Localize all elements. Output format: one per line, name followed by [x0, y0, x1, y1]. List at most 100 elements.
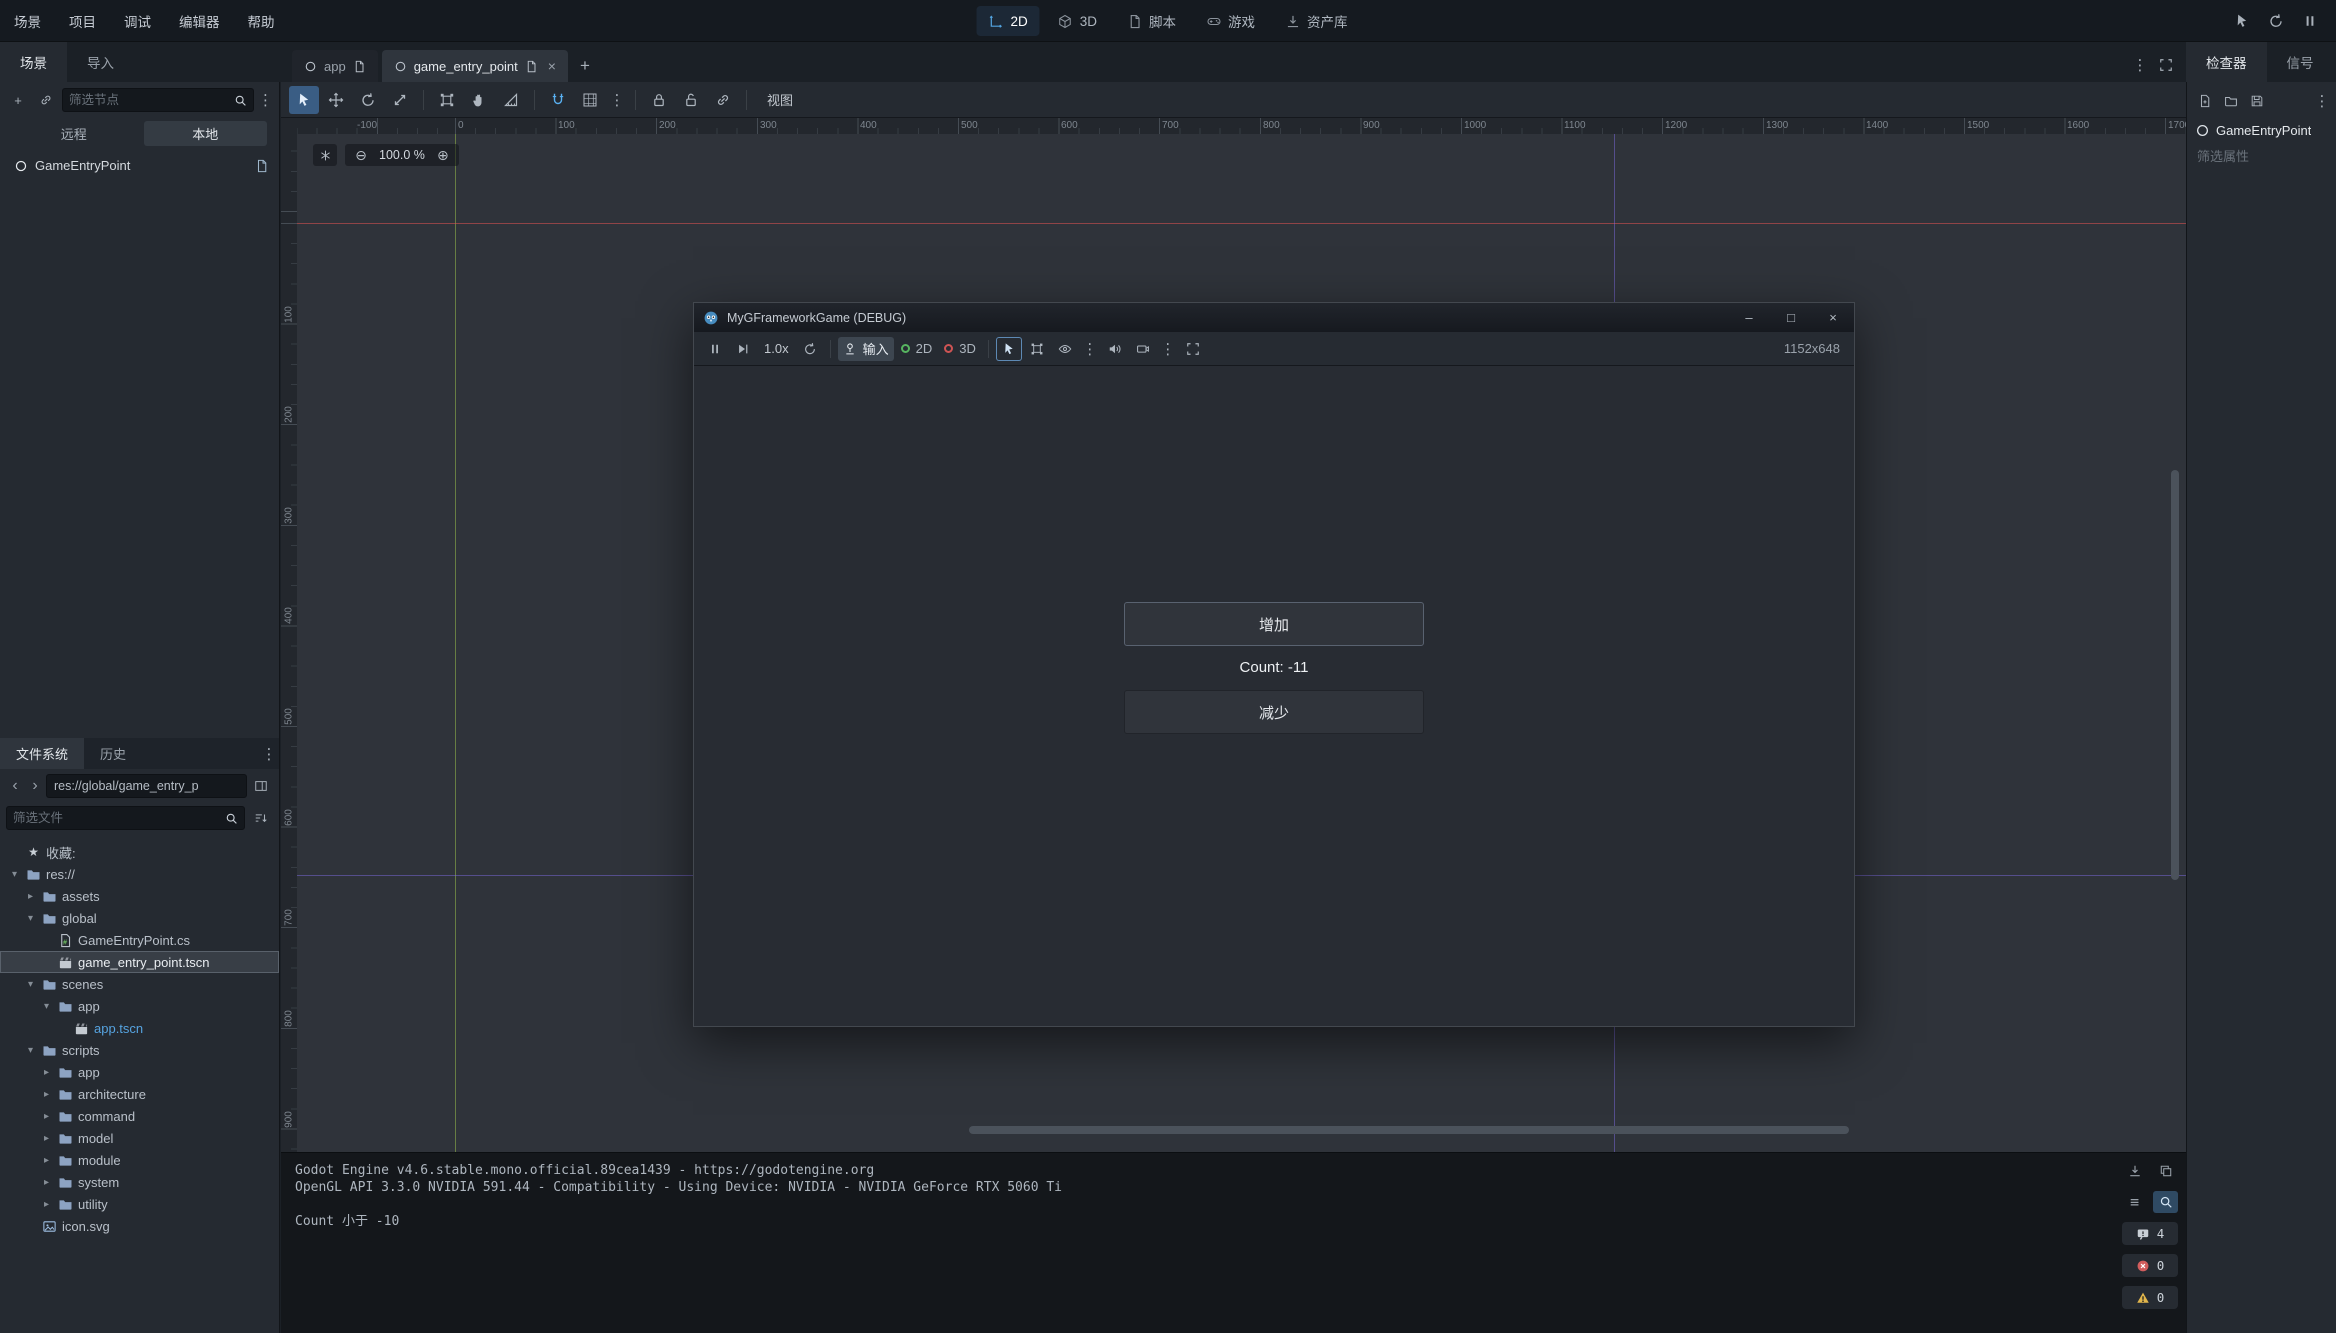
scene-dock-menu-icon[interactable]: ⋮	[258, 87, 273, 113]
select-tool-icon[interactable]	[289, 86, 319, 114]
grid-snap-icon[interactable]	[575, 86, 605, 114]
group-icon[interactable]	[708, 86, 738, 114]
workspace-game[interactable]: 游戏	[1194, 6, 1267, 36]
chevron-down-icon[interactable]: ▾	[24, 1045, 37, 1056]
camera-options-menu-icon[interactable]: ⋮	[1158, 336, 1178, 362]
camera-override-icon[interactable]	[1130, 337, 1156, 361]
menu-debug[interactable]: 调试	[110, 0, 165, 42]
fs-item-module[interactable]: ▸module	[0, 1149, 279, 1171]
select-options-menu-icon[interactable]: ⋮	[1080, 336, 1100, 362]
new-resource-icon[interactable]	[2193, 88, 2217, 114]
chevron-down-icon[interactable]: ▾	[24, 913, 37, 924]
local-button[interactable]: 本地	[144, 121, 268, 146]
scene-tab-game-entry-point[interactable]: game_entry_point ×	[382, 50, 568, 82]
chevron-down-icon[interactable]: ▾	[8, 869, 21, 880]
fs-item-system[interactable]: ▸system	[0, 1171, 279, 1193]
smart-snap-icon[interactable]	[543, 86, 573, 114]
save-resource-icon[interactable]	[2245, 88, 2269, 114]
fs-item-architecture[interactable]: ▸architecture	[0, 1083, 279, 1105]
fs-item-assets[interactable]: ▸assets	[0, 885, 279, 907]
close-button[interactable]: ×	[1812, 303, 1854, 332]
scale-tool-icon[interactable]	[385, 86, 415, 114]
zoom-level[interactable]: 100.0 %	[373, 148, 431, 162]
restart-game-icon[interactable]	[2262, 8, 2290, 34]
attached-script-icon[interactable]	[255, 159, 269, 173]
chevron-right-icon[interactable]: ▸	[40, 1133, 53, 1144]
fs-item-command[interactable]: ▸command	[0, 1105, 279, 1127]
chevron-right-icon[interactable]: ▸	[40, 1199, 53, 1210]
tab-signals[interactable]: 信号	[2267, 42, 2334, 82]
errors-filter-badge[interactable]: 0	[2122, 1254, 2178, 1277]
mode-3d-button[interactable]: 3D	[939, 337, 981, 361]
select-mode-icon[interactable]	[2228, 8, 2256, 34]
workspace-3d[interactable]: 3D	[1046, 6, 1109, 36]
zoom-out-icon[interactable]: ⊖	[349, 144, 373, 166]
fs-item-scenes-app[interactable]: ▾app	[0, 995, 279, 1017]
scene-tree-root-node[interactable]: GameEntryPoint	[0, 153, 279, 178]
fs-item-game-entry-point-tscn[interactable]: game_entry_point.tscn	[0, 951, 279, 973]
move-tool-icon[interactable]	[321, 86, 351, 114]
menu-project[interactable]: 项目	[55, 0, 110, 42]
next-frame-icon[interactable]	[730, 337, 756, 361]
search-log-icon[interactable]	[2153, 1191, 2178, 1213]
load-resource-icon[interactable]	[2219, 88, 2243, 114]
mode-2d-button[interactable]: 2D	[896, 337, 938, 361]
list-select-icon[interactable]	[1024, 337, 1050, 361]
fs-item-scenes[interactable]: ▾scenes	[0, 973, 279, 995]
embed-fullscreen-icon[interactable]	[1180, 337, 1206, 361]
fs-item-scripts-app[interactable]: ▸app	[0, 1061, 279, 1083]
chevron-right-icon[interactable]: ▸	[40, 1177, 53, 1188]
decrease-button[interactable]: 减少	[1124, 690, 1424, 734]
menu-scene[interactable]: 场景	[0, 0, 55, 42]
list-select-icon[interactable]	[432, 86, 462, 114]
chevron-down-icon[interactable]: ▾	[24, 979, 37, 990]
increase-button[interactable]: 增加	[1124, 602, 1424, 646]
filter-nodes-input[interactable]	[69, 93, 230, 107]
chevron-right-icon[interactable]: ▸	[40, 1067, 53, 1078]
collapse-log-icon[interactable]: ≡	[2122, 1191, 2147, 1213]
filter-properties-input[interactable]	[2197, 149, 2325, 164]
workspace-assetlib[interactable]: 资产库	[1273, 6, 1360, 36]
chevron-down-icon[interactable]: ▾	[40, 1001, 53, 1012]
game-window-titlebar[interactable]: MyGFrameworkGame (DEBUG) – □ ×	[694, 303, 1854, 332]
fs-item-utility[interactable]: ▸utility	[0, 1193, 279, 1215]
unlock-icon[interactable]	[676, 86, 706, 114]
fs-item-global[interactable]: ▾global	[0, 907, 279, 929]
remote-button[interactable]: 远程	[12, 121, 136, 146]
selection-visible-icon[interactable]	[1052, 337, 1078, 361]
lock-icon[interactable]	[644, 86, 674, 114]
workspace-script[interactable]: 脚本	[1115, 6, 1188, 36]
horizontal-scrollbar[interactable]	[969, 1126, 1849, 1134]
nav-back-icon[interactable]: ‹	[6, 775, 24, 797]
minimize-button[interactable]: –	[1728, 303, 1770, 332]
chevron-right-icon[interactable]: ▸	[24, 891, 37, 902]
pick-node-icon[interactable]	[996, 337, 1022, 361]
fs-item-favorites[interactable]: ★收藏:	[0, 841, 279, 863]
time-scale-label[interactable]: 1.0x	[758, 341, 795, 356]
current-path-input[interactable]	[54, 779, 239, 793]
reset-time-scale-icon[interactable]	[797, 337, 823, 361]
chevron-right-icon[interactable]: ▸	[40, 1111, 53, 1122]
fs-item-res-root[interactable]: ▾res://	[0, 863, 279, 885]
filesystem-menu-icon[interactable]: ⋮	[259, 738, 279, 769]
inspected-node-row[interactable]: GameEntryPoint	[2187, 118, 2336, 143]
tab-import-dock[interactable]: 导入	[67, 42, 134, 82]
maximize-button[interactable]: □	[1770, 303, 1812, 332]
center-view-icon[interactable]	[313, 144, 337, 166]
fs-item-gameentrypoint-cs[interactable]: GameEntryPoint.cs	[0, 929, 279, 951]
fs-item-model[interactable]: ▸model	[0, 1127, 279, 1149]
vertical-scrollbar[interactable]	[2171, 470, 2179, 880]
new-scene-tab-button[interactable]: +	[572, 53, 598, 79]
expand-viewport-icon[interactable]	[2152, 52, 2180, 78]
input-mode-button[interactable]: 输入	[838, 337, 894, 361]
pause-game-icon[interactable]	[2296, 8, 2324, 34]
sort-files-icon[interactable]	[249, 805, 273, 831]
view-menu[interactable]: 视图	[755, 86, 805, 114]
tab-scene-dock[interactable]: 场景	[0, 42, 67, 82]
instance-scene-icon[interactable]	[34, 87, 58, 113]
fs-item-icon-svg[interactable]: icon.svg	[0, 1215, 279, 1237]
fs-item-app-tscn[interactable]: app.tscn	[0, 1017, 279, 1039]
copy-log-icon[interactable]	[2153, 1160, 2178, 1182]
toggle-split-mode-icon[interactable]	[249, 773, 273, 799]
pan-tool-icon[interactable]	[464, 86, 494, 114]
